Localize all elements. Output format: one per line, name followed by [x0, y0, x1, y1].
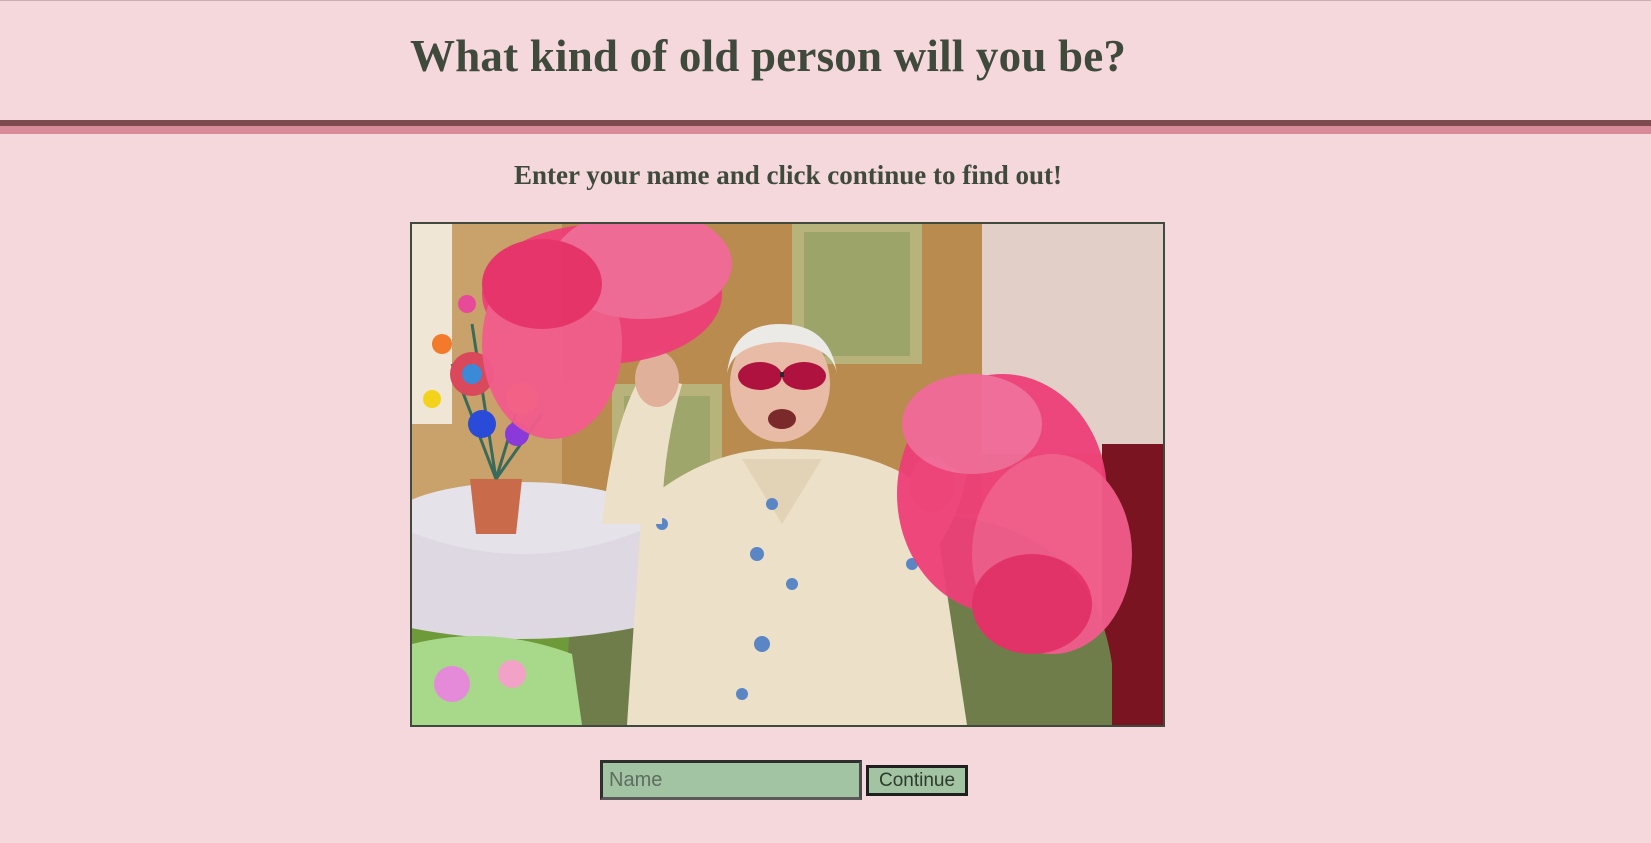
- name-input[interactable]: [600, 760, 862, 800]
- page-header: What kind of old person will you be?: [0, 0, 1651, 118]
- page-title: What kind of old person will you be?: [410, 31, 1127, 81]
- header-divider-light: [0, 126, 1651, 134]
- hero-photo: [410, 222, 1165, 727]
- instruction-text: Enter your name and click continue to fi…: [513, 160, 1063, 190]
- continue-button[interactable]: Continue: [866, 765, 968, 796]
- hero-photo-illustration: [412, 224, 1163, 725]
- name-form: Continue: [600, 760, 1000, 802]
